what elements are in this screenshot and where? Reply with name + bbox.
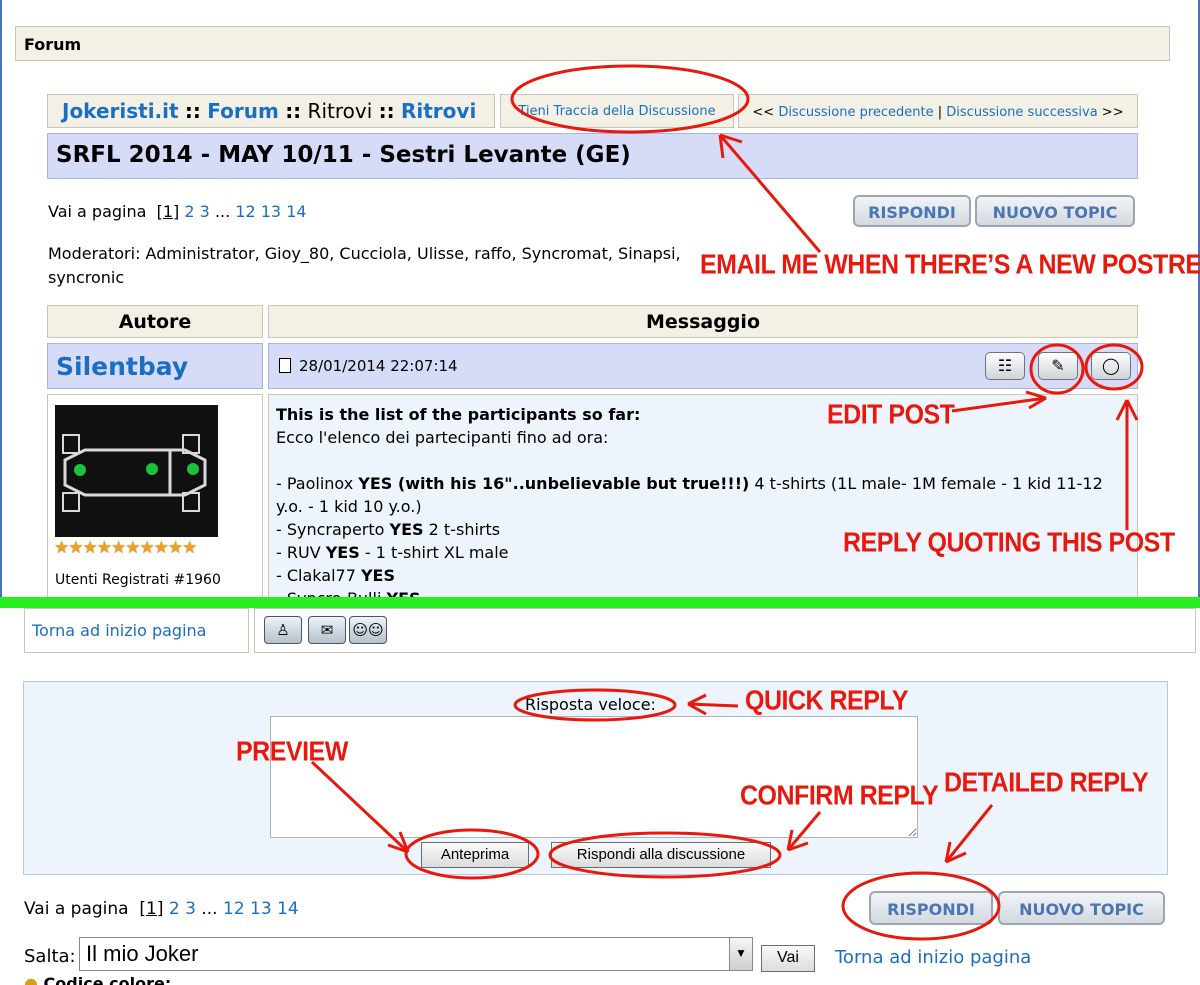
annotation-arrow <box>687 702 739 708</box>
annotation-arrow <box>310 760 410 854</box>
annotation-detailed: DETAILED REPLY <box>944 767 1149 799</box>
annotation-quick: QUICK REPLY <box>745 685 909 717</box>
annotation-ellipse <box>1029 343 1085 395</box>
annotation-ellipse <box>510 64 750 134</box>
annotation-overlay <box>310 64 1144 941</box>
annotation-arrow <box>718 134 822 253</box>
annotation-ellipse <box>548 831 782 879</box>
annotation-ellipse <box>1084 343 1144 391</box>
annotation-email: EMAIL ME WHEN THERE’S A NEW POSTREPLY <box>700 249 1200 281</box>
annotation-preview: PREVIEW <box>236 736 348 768</box>
annotation-quote: REPLY QUOTING THIS POST <box>843 527 1175 559</box>
annotation-edit: EDIT POST <box>827 399 955 431</box>
annotation-ellipse <box>513 688 677 722</box>
annotation-ellipse <box>841 871 1001 941</box>
annotation-confirm: CONFIRM REPLY <box>740 780 939 812</box>
annotation-arrow <box>944 804 994 863</box>
annotation-ellipse <box>404 828 540 880</box>
annotation-arrow <box>951 396 1047 413</box>
